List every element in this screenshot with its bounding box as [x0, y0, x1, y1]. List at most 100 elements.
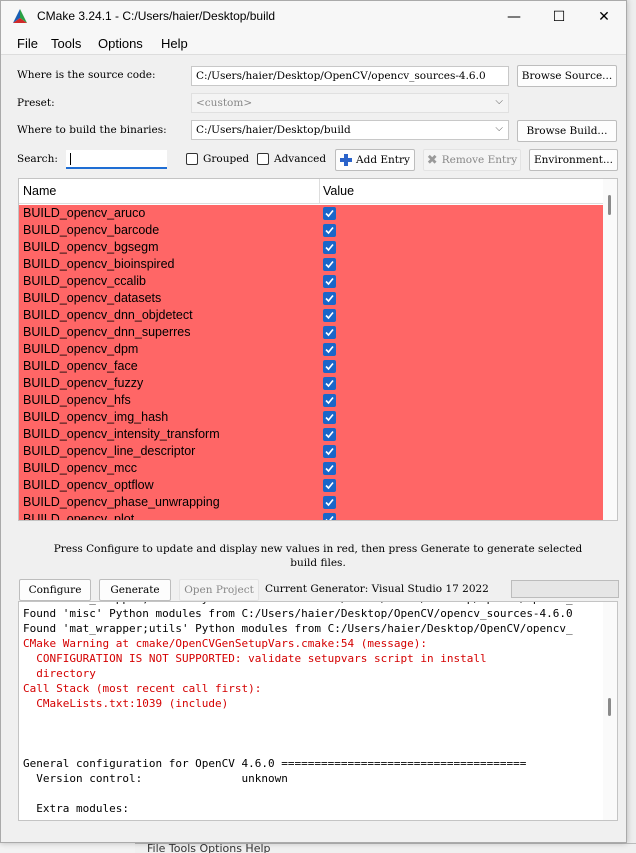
value-checkbox[interactable]	[323, 275, 336, 288]
preset-select: <custom> ⌵	[191, 93, 509, 113]
preset-label: Preset:	[17, 97, 55, 109]
value-checkbox[interactable]	[323, 258, 336, 271]
console-line: directory	[23, 667, 96, 680]
value-checkbox[interactable]	[323, 496, 336, 509]
value-checkbox[interactable]	[323, 241, 336, 254]
background-window-edge	[626, 0, 636, 853]
entry-name: BUILD_opencv_dnn_superres	[23, 325, 191, 339]
grouped-checkbox[interactable]	[186, 153, 198, 165]
console-line: Extra modules:	[23, 802, 129, 815]
table-row[interactable]: BUILD_opencv_barcode	[19, 222, 603, 239]
value-checkbox[interactable]	[323, 462, 336, 475]
menu-options[interactable]: Options	[98, 36, 143, 51]
table-rows: BUILD_opencv_aruco BUILD_opencv_barcode BU…	[19, 205, 603, 520]
entry-name: BUILD_opencv_hfs	[23, 393, 131, 407]
entry-name: BUILD_opencv_dpm	[23, 342, 139, 356]
value-checkbox[interactable]	[323, 207, 336, 220]
console-scrollbar[interactable]	[603, 602, 617, 820]
window-title: CMake 3.24.1 - C:/Users/haier/Desktop/bu…	[37, 9, 276, 23]
environment-button[interactable]: Environment...	[529, 149, 618, 171]
table-row[interactable]: BUILD_opencv_phase_unwrapping	[19, 494, 603, 511]
open-project-button[interactable]: Open Project	[179, 579, 259, 601]
table-row[interactable]: BUILD_opencv_ccalib	[19, 273, 603, 290]
value-checkbox[interactable]	[323, 411, 336, 424]
entry-name: BUILD_opencv_phase_unwrapping	[23, 495, 220, 509]
chevron-down-icon: ⌵	[495, 123, 503, 134]
table-row[interactable]: BUILD_opencv_dnn_superres	[19, 324, 603, 341]
search-input[interactable]	[66, 150, 167, 169]
source-path-input[interactable]: C:/Users/haier/Desktop/OpenCV/opencv_sou…	[191, 66, 509, 86]
value-checkbox[interactable]	[323, 428, 336, 441]
grouped-label: Grouped	[203, 153, 250, 165]
minimize-button[interactable]: —	[491, 1, 537, 32]
console-line: CONFIGURATION IS NOT SUPPORTED: validate…	[23, 652, 487, 665]
background-window-menu: File Tools Options Help	[135, 843, 636, 853]
entry-name: BUILD_opencv_mcc	[23, 461, 137, 475]
console-scrollbar-thumb[interactable]	[608, 698, 611, 716]
console-line: CMake Warning at cmake/OpenCVGenSetupVar…	[23, 637, 427, 650]
generate-button[interactable]: Generate	[99, 579, 171, 601]
table-row[interactable]: BUILD_opencv_intensity_transform	[19, 426, 603, 443]
output-console[interactable]: Extra modules: Version control: unknown G…	[18, 601, 618, 821]
value-checkbox[interactable]	[323, 309, 336, 322]
value-checkbox[interactable]	[323, 292, 336, 305]
source-label: Where is the source code:	[17, 69, 156, 81]
table-row[interactable]: BUILD_opencv_line_descriptor	[19, 443, 603, 460]
menu-file[interactable]: File	[17, 36, 38, 51]
value-checkbox[interactable]	[323, 326, 336, 339]
cmake-logo-icon	[13, 9, 27, 23]
configure-button[interactable]: Configure	[19, 579, 91, 601]
table-row[interactable]: BUILD_opencv_dpm	[19, 341, 603, 358]
entry-name: BUILD_opencv_face	[23, 359, 138, 373]
table-row[interactable]: BUILD_opencv_bgsegm	[19, 239, 603, 256]
plus-icon	[340, 154, 353, 166]
value-checkbox[interactable]	[323, 513, 336, 520]
value-checkbox[interactable]	[323, 479, 336, 492]
value-checkbox[interactable]	[323, 343, 336, 356]
entry-name: BUILD_opencv_bgsegm	[23, 240, 159, 254]
table-row[interactable]: BUILD_opencv_plot	[19, 511, 603, 520]
menu-tools[interactable]: Tools	[51, 36, 81, 51]
add-entry-button[interactable]: Add Entry	[335, 149, 415, 171]
value-checkbox[interactable]	[323, 360, 336, 373]
column-header-name[interactable]: Name	[23, 184, 56, 198]
close-button[interactable]: ✕	[581, 1, 626, 32]
entry-name: BUILD_opencv_ccalib	[23, 274, 146, 288]
advanced-checkbox[interactable]	[257, 153, 269, 165]
console-line: General configuration for OpenCV 4.6.0 =…	[23, 757, 527, 770]
browse-source-button[interactable]: Browse Source...	[517, 65, 617, 87]
remove-x-icon: ✖	[426, 152, 438, 168]
table-row[interactable]: BUILD_opencv_optflow	[19, 477, 603, 494]
entry-name: BUILD_opencv_aruco	[23, 206, 146, 220]
maximize-button[interactable]: ☐	[536, 1, 582, 32]
value-checkbox[interactable]	[323, 377, 336, 390]
table-header: Name Value	[19, 179, 607, 204]
advanced-label: Advanced	[274, 153, 327, 165]
table-row[interactable]: BUILD_opencv_fuzzy	[19, 375, 603, 392]
table-row[interactable]: BUILD_opencv_bioinspired	[19, 256, 603, 273]
table-row[interactable]: BUILD_opencv_dnn_objdetect	[19, 307, 603, 324]
table-scrollbar-thumb[interactable]	[608, 195, 611, 215]
console-line: CMakeLists.txt:1039 (include)	[23, 697, 229, 710]
entry-name: BUILD_opencv_fuzzy	[23, 376, 144, 390]
table-row[interactable]: BUILD_opencv_img_hash	[19, 409, 603, 426]
table-row[interactable]: BUILD_opencv_datasets	[19, 290, 603, 307]
build-path-combobox[interactable]: C:/Users/haier/Desktop/build ⌵	[191, 120, 509, 140]
value-checkbox[interactable]	[323, 394, 336, 407]
value-checkbox[interactable]	[323, 224, 336, 237]
configure-hint: Press Configure to update and display ne…	[53, 543, 583, 569]
entry-name: BUILD_opencv_img_hash	[23, 410, 169, 424]
table-row[interactable]: BUILD_opencv_face	[19, 358, 603, 375]
browse-build-button[interactable]: Browse Build...	[517, 120, 617, 142]
value-checkbox[interactable]	[323, 445, 336, 458]
menu-help[interactable]: Help	[161, 36, 188, 51]
remove-entry-button[interactable]: ✖ Remove Entry	[423, 149, 521, 171]
table-row[interactable]: BUILD_opencv_aruco	[19, 205, 603, 222]
table-row[interactable]: BUILD_opencv_hfs	[19, 392, 603, 409]
title-bar[interactable]: CMake 3.24.1 - C:/Users/haier/Desktop/bu…	[1, 1, 626, 32]
table-scrollbar[interactable]	[603, 179, 617, 520]
table-row[interactable]: BUILD_opencv_mcc	[19, 460, 603, 477]
entry-name: BUILD_opencv_barcode	[23, 223, 160, 237]
column-header-value[interactable]: Value	[323, 184, 354, 198]
console-line: Found 'mat_wrapper;utils' Python modules…	[23, 602, 573, 605]
